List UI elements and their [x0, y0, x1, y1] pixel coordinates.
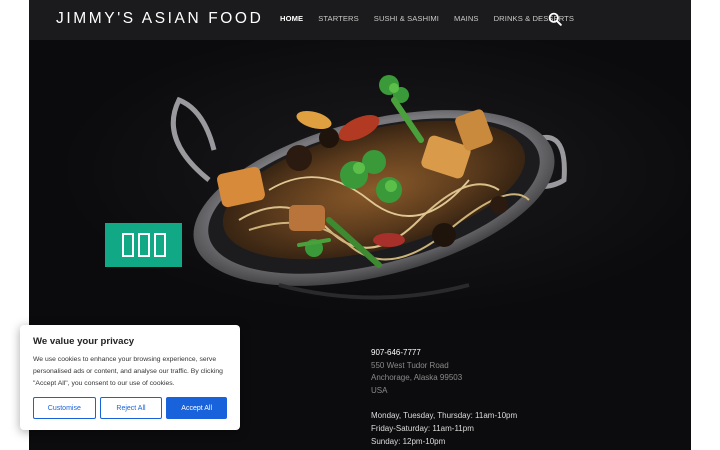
site-logo[interactable]: JIMMY'S ASIAN FOOD	[56, 10, 263, 28]
address-country: USA	[371, 385, 388, 395]
nav-starters[interactable]: STARTERS	[318, 14, 359, 23]
cookie-consent-banner: We value your privacy We use cookies to …	[20, 325, 240, 430]
contact-info: 907-646-7777 550 West Tudor Road Anchora…	[371, 347, 517, 448]
phone-number[interactable]: 907-646-7777	[371, 347, 517, 360]
cookie-buttons: Customise Reject All Accept All	[33, 397, 228, 419]
page: JIMMY'S ASIAN FOOD HOME STARTERS SUSHI &…	[0, 0, 720, 450]
hero-food-image	[170, 75, 567, 300]
customise-button[interactable]: Customise	[33, 397, 96, 419]
nav-sushi-sashimi[interactable]: SUSHI & SASHIMI	[374, 14, 439, 23]
hours-line: Friday-Saturday: 11am-11pm	[371, 423, 474, 433]
hours-line: Sunday: 12pm-10pm	[371, 436, 446, 446]
nav-mains[interactable]: MAINS	[454, 14, 479, 23]
opening-hours: Monday, Tuesday, Thursday: 11am-10pm Fri…	[371, 410, 517, 448]
accept-all-button[interactable]: Accept All	[166, 397, 228, 419]
search-icon[interactable]	[548, 12, 562, 26]
badge-missing-glyph-icon	[121, 233, 166, 257]
hero-banner	[29, 40, 691, 330]
nav-home[interactable]: HOME	[280, 14, 303, 23]
site-header: JIMMY'S ASIAN FOOD HOME STARTERS SUSHI &…	[29, 0, 691, 40]
address-line-2: Anchorage, Alaska 99503	[371, 373, 463, 383]
main-nav: HOME STARTERS SUSHI & SASHIMI MAINS DRIN…	[280, 14, 574, 23]
address-line-1: 550 West Tudor Road	[371, 360, 449, 370]
hero-badge	[105, 223, 182, 267]
reject-all-button[interactable]: Reject All	[99, 397, 163, 419]
hours-line: Monday, Tuesday, Thursday: 11am-10pm	[371, 411, 518, 421]
cookie-title: We value your privacy	[33, 336, 135, 347]
cookie-text: We use cookies to enhance your browsing …	[33, 356, 223, 387]
